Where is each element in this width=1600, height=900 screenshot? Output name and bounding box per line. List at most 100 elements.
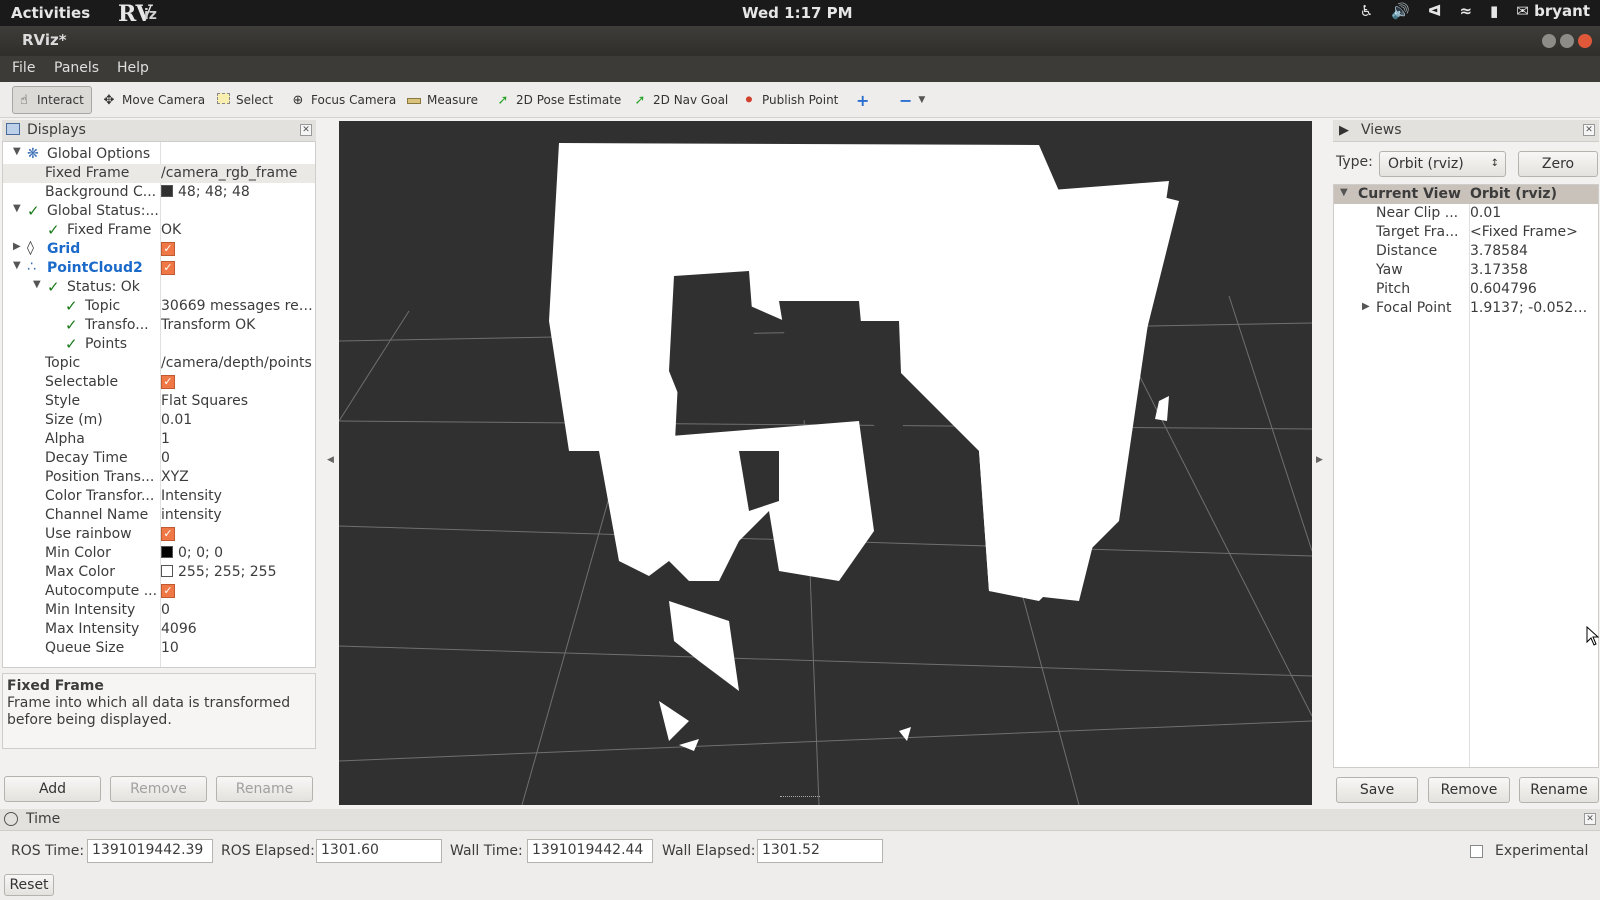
- menu-help[interactable]: Help: [117, 60, 149, 76]
- focus-camera-tool[interactable]: ⊕ Focus Camera: [287, 86, 400, 114]
- wifi-icon[interactable]: ≈: [1459, 2, 1472, 20]
- color-swatch[interactable]: [161, 185, 173, 197]
- tree-row[interactable]: Max Color 255; 255; 255: [3, 563, 315, 582]
- tree-row[interactable]: ▼ ✓ Global Status:...: [3, 202, 315, 221]
- ros-time-field[interactable]: 1391019442.39: [87, 839, 213, 863]
- tree-row[interactable]: ▶ ◊ Grid ✓: [3, 240, 315, 259]
- rename-view-button[interactable]: Rename: [1519, 777, 1599, 803]
- view-type-select[interactable]: Orbit (rviz) ↕: [1379, 151, 1506, 177]
- autocompute-checkbox[interactable]: ✓: [161, 584, 175, 598]
- row-value[interactable]: 48; 48; 48: [178, 184, 250, 200]
- volume-icon[interactable]: 🔊: [1391, 2, 1410, 20]
- wall-time-field[interactable]: 1391019442.44: [527, 839, 653, 863]
- row-value[interactable]: 1: [161, 431, 313, 447]
- row-value[interactable]: 4096: [161, 621, 313, 637]
- tree-row[interactable]: Target Fra... <Fixed Frame>: [1334, 223, 1598, 242]
- tree-row[interactable]: Alpha 1: [3, 430, 315, 449]
- measure-tool[interactable]: Measure: [403, 86, 482, 114]
- expand-arrow-icon[interactable]: ▶: [1362, 301, 1370, 312]
- close-window-button[interactable]: [1578, 34, 1592, 48]
- tree-row[interactable]: ✓ Transfo... Transform OK: [3, 316, 315, 335]
- ros-elapsed-field[interactable]: 1301.60: [316, 839, 442, 863]
- move-camera-tool[interactable]: ✥ Move Camera: [98, 86, 209, 114]
- row-value[interactable]: 0; 0; 0: [178, 545, 223, 561]
- views-tree[interactable]: ▼ Current View Orbit (rviz) Near Clip ... 0…: [1333, 184, 1599, 768]
- 2d-nav-goal-tool[interactable]: ➚ 2D Nav Goal: [629, 86, 732, 114]
- add-tool-button[interactable]: +: [852, 86, 873, 114]
- color-swatch[interactable]: [161, 546, 173, 558]
- tree-row[interactable]: Color Transfor... Intensity: [3, 487, 315, 506]
- row-value[interactable]: intensity: [161, 507, 313, 523]
- tree-row[interactable]: Size (m) 0.01: [3, 411, 315, 430]
- tree-row[interactable]: Min Intensity 0: [3, 601, 315, 620]
- maximize-button[interactable]: [1560, 34, 1574, 48]
- selectable-checkbox[interactable]: ✓: [161, 375, 175, 389]
- menu-panels[interactable]: Panels: [54, 60, 99, 76]
- tree-row[interactable]: Distance 3.78584: [1334, 242, 1598, 261]
- 2d-pose-estimate-tool[interactable]: ➚ 2D Pose Estimate: [492, 86, 625, 114]
- remove-display-button[interactable]: Remove: [110, 776, 207, 802]
- color-swatch[interactable]: [161, 565, 173, 577]
- collapse-left-icon[interactable]: ◀: [327, 455, 334, 465]
- accessibility-icon[interactable]: ♿: [1360, 2, 1373, 20]
- menu-file[interactable]: File: [12, 60, 35, 76]
- row-value[interactable]: <Fixed Frame>: [1470, 224, 1596, 240]
- row-value[interactable]: 3.17358: [1470, 262, 1596, 278]
- tree-row[interactable]: Style Flat Squares: [3, 392, 315, 411]
- row-value[interactable]: Flat Squares: [161, 393, 313, 409]
- expand-arrow-icon[interactable]: ▼: [13, 260, 21, 271]
- save-view-button[interactable]: Save: [1336, 777, 1418, 803]
- tree-row[interactable]: Position Trans... XYZ: [3, 468, 315, 487]
- row-value[interactable]: 0.01: [1470, 205, 1596, 221]
- user-menu[interactable]: ✉ bryant: [1516, 2, 1590, 20]
- current-view-row[interactable]: ▼ Current View Orbit (rviz): [1334, 185, 1598, 204]
- tree-row[interactable]: ✓ Points: [3, 335, 315, 354]
- zero-button[interactable]: Zero: [1518, 151, 1598, 177]
- tree-row[interactable]: Max Intensity 4096: [3, 620, 315, 639]
- experimental-checkbox[interactable]: [1470, 845, 1483, 858]
- close-panel-button[interactable]: ✕: [1583, 124, 1595, 136]
- row-value[interactable]: XYZ: [161, 469, 313, 485]
- bluetooth-icon[interactable]: ᐊ: [1428, 2, 1442, 20]
- tree-row[interactable]: Channel Name intensity: [3, 506, 315, 525]
- row-value[interactable]: 255; 255; 255: [178, 564, 277, 580]
- tree-row[interactable]: Queue Size 10: [3, 639, 315, 658]
- tree-row[interactable]: Near Clip ... 0.01: [1334, 204, 1598, 223]
- tree-row[interactable]: Pitch 0.604796: [1334, 280, 1598, 299]
- point-cloud-render[interactable]: [339, 121, 1312, 805]
- row-value[interactable]: 0.01: [161, 412, 313, 428]
- minimize-button[interactable]: [1542, 34, 1556, 48]
- tree-row[interactable]: Fixed Frame/camera_rgb_frame: [3, 164, 315, 183]
- rename-display-button[interactable]: Rename: [216, 776, 313, 802]
- row-value[interactable]: 1.9137; -0.05202...: [1470, 300, 1596, 316]
- enabled-checkbox[interactable]: ✓: [161, 261, 175, 275]
- row-value[interactable]: Intensity: [161, 488, 313, 504]
- tree-row[interactable]: Min Color 0; 0; 0: [3, 544, 315, 563]
- tree-row[interactable]: ▼ ✓ Status: Ok: [3, 278, 315, 297]
- enabled-checkbox[interactable]: ✓: [161, 242, 175, 256]
- add-display-button[interactable]: Add: [4, 776, 101, 802]
- clock[interactable]: Wed 1:17 PM: [742, 4, 853, 22]
- remove-view-button[interactable]: Remove: [1428, 777, 1510, 803]
- tree-row[interactable]: Use rainbow ✓: [3, 525, 315, 544]
- interact-tool[interactable]: ☝ Interact: [12, 86, 92, 114]
- wall-elapsed-field[interactable]: 1301.52: [757, 839, 883, 863]
- expand-arrow-icon[interactable]: ▼: [13, 203, 21, 214]
- row-value[interactable]: 0: [161, 450, 313, 466]
- tree-row[interactable]: ▶ Focal Point 1.9137; -0.05202...: [1334, 299, 1598, 318]
- battery-icon[interactable]: ▮: [1490, 2, 1498, 20]
- close-panel-button[interactable]: ✕: [300, 124, 312, 136]
- tree-row[interactable]: Autocompute ... ✓: [3, 582, 315, 601]
- tree-row[interactable]: Yaw 3.17358: [1334, 261, 1598, 280]
- expand-arrow-icon[interactable]: ▼: [33, 279, 41, 290]
- remove-tool-button[interactable]: − ▼: [895, 86, 929, 114]
- tree-row[interactable]: ▼ ∴ PointCloud2 ✓: [3, 259, 315, 278]
- row-value[interactable]: /camera/depth/points: [161, 355, 313, 371]
- tree-row[interactable]: ▼ ❋ Global Options: [3, 145, 315, 164]
- close-panel-button[interactable]: ✕: [1584, 813, 1596, 825]
- 3d-viewport[interactable]: [339, 121, 1312, 805]
- use-rainbow-checkbox[interactable]: ✓: [161, 527, 175, 541]
- publish-point-tool[interactable]: ⚫ Publish Point: [738, 86, 842, 114]
- row-value[interactable]: 0.604796: [1470, 281, 1596, 297]
- tree-row[interactable]: ✓ Fixed Frame OK: [3, 221, 315, 240]
